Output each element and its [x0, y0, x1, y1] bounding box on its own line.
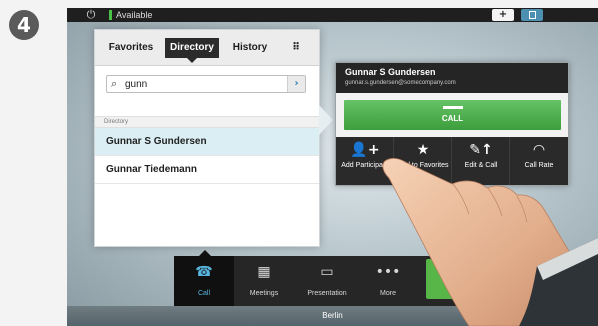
directory-panel: Favorites Directory History ⠿ ⌕ › Direct… [94, 29, 320, 247]
call-rate-button[interactable]: ◠ Call Rate [510, 137, 568, 185]
dock-more-button[interactable]: ••• More [360, 256, 416, 306]
directory-list-header-label: Directory [104, 119, 129, 125]
contact-card-header: Gunnar S Gundersen gunnar.s.gundersen@so… [336, 63, 568, 93]
search-icon: ⌕ [111, 77, 118, 90]
add-to-favorites-button[interactable]: ★ Add to Favorites [394, 137, 452, 185]
hand-knuckle-lines [452, 183, 528, 223]
call-rate-icon: ◠ [533, 142, 545, 158]
dock-more-label: More [380, 290, 396, 297]
keypad-grid-icon[interactable]: ⠿ [281, 38, 311, 58]
directory-tabs: Favorites Directory History ⠿ [95, 30, 319, 66]
add-participant-button[interactable]: 👤+ Add Participant [336, 137, 394, 185]
contact-card: Gunnar S Gundersen gunnar.s.gundersen@so… [335, 62, 569, 186]
step-number-badge: 4 [9, 10, 39, 40]
edit-call-icon: ✎↑ [469, 142, 493, 158]
location-label: Berlin [322, 311, 343, 320]
dock-presentation-button[interactable]: ▭ Presentation [294, 256, 360, 306]
presentation-icon: ▭ [320, 264, 334, 280]
contact-actions: 👤+ Add Participant ★ Add to Favorites ✎↑… [336, 137, 568, 185]
dock-presentation-label: Presentation [307, 290, 347, 297]
call-rate-label: Call Rate [524, 162, 554, 169]
add-participant-icon: 👤+ [350, 142, 380, 158]
tab-history[interactable]: History [227, 38, 273, 58]
search-box: ⌕ › [106, 75, 306, 93]
add-to-favorites-label: Add to Favorites [397, 162, 449, 169]
more-icon: ••• [375, 264, 401, 280]
tab-directory[interactable]: Directory [165, 38, 219, 63]
call-button-label: CALL [441, 114, 464, 123]
dock-call-label: Call [197, 290, 211, 297]
call-icon: ☎ [195, 264, 213, 280]
power-icon[interactable]: ⏻ [84, 8, 98, 22]
search-go-button[interactable]: › [287, 76, 305, 92]
contact-name: Gunnar S Gundersen [345, 67, 436, 77]
status-bar: ⏻ Available + [67, 8, 598, 22]
layout-icon[interactable] [521, 9, 543, 21]
list-item[interactable]: Gunnar S Gundersen [95, 128, 319, 156]
dock-meetings-label: Meetings [249, 290, 279, 297]
dock-call-button[interactable]: ☎ Call [174, 250, 234, 306]
dock-green-button[interactable] [426, 259, 511, 299]
location-bar: Berlin [67, 306, 598, 326]
directory-list-header: Directory [95, 116, 319, 128]
edit-and-call-button[interactable]: ✎↑ Edit & Call [452, 137, 510, 185]
selfview-icon[interactable]: + [492, 9, 514, 21]
star-icon: ★ [416, 142, 430, 158]
call-button[interactable]: CALL [344, 100, 561, 130]
call-indicator-bar [443, 106, 463, 109]
presence-status[interactable]: Available [116, 9, 152, 21]
dock-meetings-button[interactable]: ▦ Meetings [234, 256, 294, 306]
meetings-icon: ▦ [257, 264, 271, 280]
card-connector [319, 105, 333, 135]
tab-favorites[interactable]: Favorites [105, 38, 157, 58]
bottom-dock: ☎ Call ▦ Meetings ▭ Presentation ••• Mor… [67, 250, 598, 306]
video-endpoint-screen: ⏻ Available + Favorites Directory Histor… [67, 8, 598, 326]
add-participant-label: Add Participant [341, 162, 389, 169]
search-input[interactable] [125, 77, 275, 91]
list-item[interactable]: Gunnar Tiedemann [95, 156, 319, 184]
edit-and-call-label: Edit & Call [464, 162, 498, 169]
presence-indicator [109, 10, 112, 20]
contact-email: gunnar.s.gundersen@somecompany.com [345, 80, 456, 86]
